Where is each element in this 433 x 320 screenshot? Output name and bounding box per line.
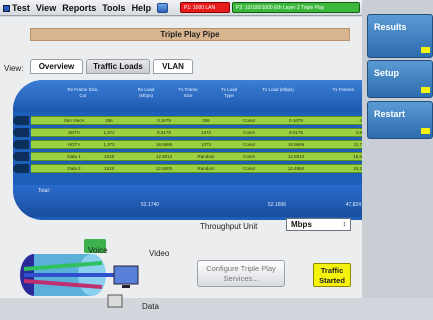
total-tx-load: 52.1606 — [268, 202, 287, 208]
view-label: View: — [4, 64, 24, 73]
rx-frame: 256 — [105, 118, 113, 123]
rx-frame: 1,372 — [103, 130, 115, 135]
table-row[interactable]: HDTV 1,372 18.9688 1372 Const 18.9669 11… — [31, 140, 376, 149]
table-row[interactable]: Data 1 1518 12.5013 Random Const 12.5013… — [31, 152, 376, 161]
port2-status[interactable]: P2: 10/100/1000 Eth Layer 2 Triple Play — [232, 2, 360, 13]
rx-load: 18.9688 — [155, 142, 173, 147]
header-rx-load: Rx Load (Mbps) — [137, 87, 155, 98]
row-marker — [13, 152, 29, 161]
tab-vlan[interactable]: VLAN — [153, 59, 193, 74]
table-header: Rx Frame Size, Cur Rx Load (Mbps) Tx Fra… — [13, 80, 376, 112]
menu-test-label: Test — [12, 2, 30, 13]
throughput-unit-select[interactable]: Mbps ↕ — [286, 218, 351, 231]
video-label: Video — [149, 249, 170, 258]
tx-frames: 15,283 — [353, 166, 367, 171]
row-marker — [13, 116, 29, 125]
total-rx-load: 52.1740 — [141, 202, 160, 208]
tx-frames: 11,718 — [353, 142, 367, 147]
page-title: Triple Play Pipe — [30, 28, 350, 41]
rx-load: 0.1679 — [157, 118, 171, 123]
tx-load: 12.4950 — [287, 166, 305, 171]
main-panel: Triple Play Pipe View: Overview Traffic … — [0, 17, 376, 311]
sidebar: Results Setup Restart — [362, 0, 433, 298]
rx-load: 12.5000 — [155, 166, 173, 171]
service-name: Sim Voice — [63, 118, 84, 123]
traffic-table: Rx Frame Size, Cur Rx Load (Mbps) Tx Fra… — [13, 80, 376, 220]
tx-load: 12.5013 — [287, 154, 305, 159]
rx-frame: 1518 — [103, 154, 114, 159]
table-row[interactable]: Data 2 1518 12.5000 Random Const 12.4950… — [31, 164, 376, 173]
header-tx-frame: Tx Frame Size — [178, 87, 198, 98]
restart-icon — [421, 128, 430, 134]
tx-frames: 456 — [327, 117, 367, 125]
port1-status[interactable]: P1: 1000 LAN — [180, 2, 230, 13]
results-label: Results — [374, 22, 407, 32]
triple-play-graphic: Voice Video Data — [20, 239, 170, 311]
tx-load-type: Const — [243, 118, 255, 123]
configure-triple-play-button[interactable]: Configure Triple Play Services... — [197, 260, 285, 287]
header-tx-load-type: Tx Load Type — [220, 87, 238, 98]
header-tx-frames: Tx Frames — [332, 87, 354, 92]
tx-frame: Random — [197, 154, 215, 159]
header-tx-load: Tx Load (Mbps) — [262, 87, 294, 92]
throughput-unit-label: Throughput Unit — [200, 222, 258, 231]
service-name: HDTV — [67, 142, 81, 147]
results-button[interactable]: Results — [367, 14, 433, 58]
table-row[interactable]: SDTV 1,372 8.0178 1372 Const 8.0179 4,83… — [31, 128, 376, 137]
tx-load: 0.1679 — [289, 118, 303, 123]
restart-label: Restart — [374, 109, 406, 119]
menu-help[interactable]: Help — [132, 3, 152, 13]
rx-load: 8.0178 — [157, 130, 171, 135]
tx-frames: 4,836 — [327, 129, 367, 137]
tx-load: 18.9669 — [287, 142, 305, 147]
help-icon[interactable] — [157, 2, 169, 13]
voice-label: Voice — [88, 246, 108, 255]
tx-load-type: Const — [243, 166, 255, 171]
restart-button[interactable]: Restart — [367, 101, 433, 139]
menu-tools[interactable]: Tools — [102, 3, 125, 13]
setup-icon — [421, 87, 430, 93]
service-name: Data 2 — [67, 166, 81, 171]
menu-test[interactable]: Test — [3, 3, 30, 13]
tx-load: 8.0179 — [289, 130, 303, 135]
monitor-stand-icon — [122, 285, 130, 288]
menu-reports[interactable]: Reports — [62, 3, 96, 13]
rx-load: 12.5013 — [155, 154, 173, 159]
service-name: SDTV — [67, 130, 80, 135]
tx-load-type: Const — [243, 142, 255, 147]
tx-load-type: Const — [243, 130, 255, 135]
setup-label: Setup — [374, 68, 400, 78]
menu-view[interactable]: View — [36, 3, 56, 13]
row-marker — [13, 128, 29, 137]
row-marker — [13, 140, 29, 149]
triple-play-illustration: Voice Video Data — [4, 239, 174, 315]
data-label: Data — [142, 302, 159, 311]
tx-frame: 1372 — [200, 130, 211, 135]
tx-frame: 1372 — [200, 142, 211, 147]
traffic-started-button[interactable]: Traffic Started — [313, 263, 351, 287]
setup-button[interactable]: Setup — [367, 60, 433, 98]
tx-frame: Random — [197, 166, 215, 171]
table-total-row: Total: 52.1740 52.1606 47,824 — [13, 185, 376, 217]
tab-traffic-loads[interactable]: Traffic Loads — [86, 59, 150, 74]
results-icon — [421, 47, 430, 53]
table-rows: Sim Voice 256 0.1679 256 Const 0.1679 45… — [13, 112, 376, 174]
table-row[interactable]: Sim Voice 256 0.1679 256 Const 0.1679 45… — [31, 116, 376, 125]
total-frames: 47,824 — [345, 202, 361, 208]
tx-frame: 256 — [202, 118, 210, 123]
rx-frame: 1518 — [103, 166, 114, 171]
row-marker — [13, 164, 29, 173]
monitor-icon — [113, 265, 139, 285]
tx-frames: 15,619 — [353, 154, 367, 159]
throughput-unit-value: Mbps — [291, 220, 312, 229]
computer-icon — [107, 294, 123, 308]
tx-load-type: Const — [243, 154, 255, 159]
service-name: Data 1 — [67, 154, 81, 159]
app-icon — [3, 4, 10, 12]
tab-overview[interactable]: Overview — [30, 59, 83, 74]
dropdown-arrow-icon: ↕ — [342, 221, 347, 228]
header-rx-frame: Rx Frame Size, Cur — [67, 87, 99, 98]
rx-frame: 1,372 — [103, 142, 115, 147]
total-label: Total: — [38, 188, 50, 194]
